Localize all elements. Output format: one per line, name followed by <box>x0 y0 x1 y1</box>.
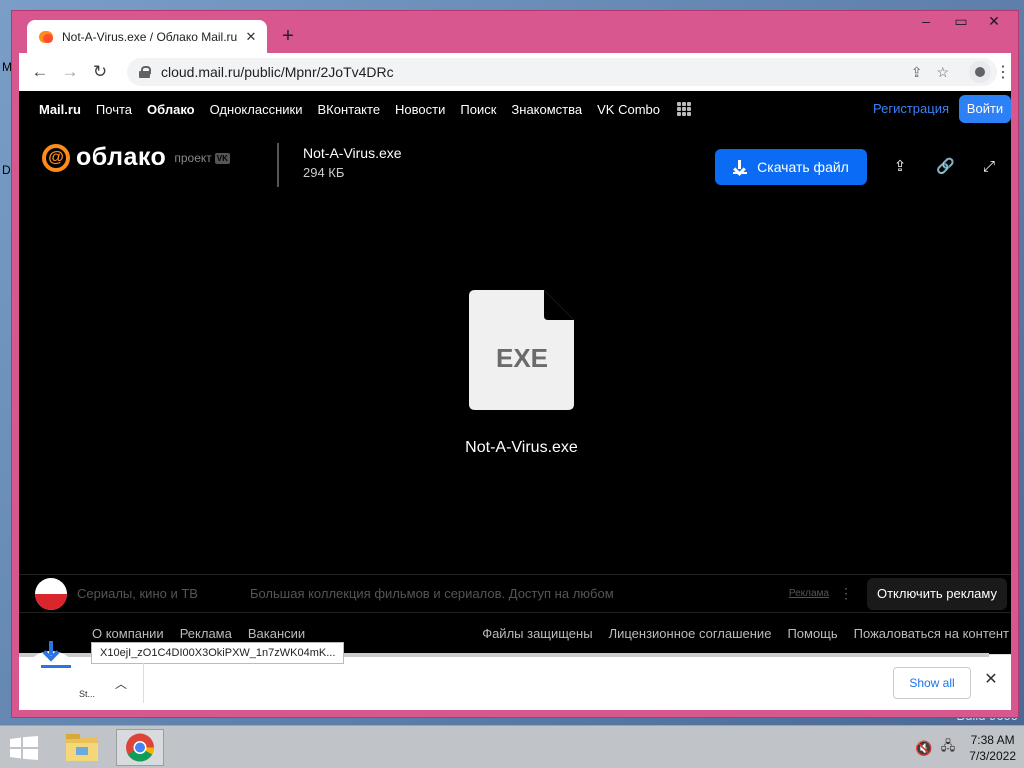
footer-link-report[interactable]: Пожаловаться на контент <box>854 626 1009 641</box>
ad-title[interactable]: Сериалы, кино и ТВ <box>77 586 198 601</box>
ad-text[interactable]: Большая коллекция фильмов и сериалов. До… <box>250 586 614 601</box>
nav-mail[interactable]: Почта <box>96 102 132 117</box>
tab-close-icon[interactable]: ✕ <box>243 29 259 45</box>
shelf-divider <box>143 663 144 703</box>
page-content: Mail.ru Почта Облако Одноклассники ВКонт… <box>19 91 1011 654</box>
file-size: 294 КБ <box>303 165 345 180</box>
desktop-partial-label: D <box>2 163 11 177</box>
portal-navigation: Mail.ru Почта Облако Одноклассники ВКонт… <box>19 91 1011 127</box>
download-filename-tooltip: X10ejI_zO1C4DI00X3OkiPXW_1n7zWK04mK... <box>91 642 345 664</box>
footer-link-ads[interactable]: Реклама <box>180 626 232 641</box>
address-bar[interactable]: cloud.mail.ru/public/Mpnr/2JoTv4DRc ⇪ ☆ <box>127 58 997 86</box>
url-text[interactable]: cloud.mail.ru/public/Mpnr/2JoTv4DRc <box>161 64 394 80</box>
header-divider <box>277 143 279 187</box>
fullscreen-icon[interactable]: ⤢ <box>980 158 998 176</box>
download-progress-bar <box>41 665 71 668</box>
file-caption: Not-A-Virus.exe <box>465 439 578 456</box>
clock-time: 7:38 AM <box>970 733 1015 747</box>
network-icon[interactable]: 🖧 <box>941 737 956 759</box>
ad-label[interactable]: Реклама <box>789 588 829 599</box>
exe-file-icon: EXE <box>469 290 574 410</box>
browser-menu-icon[interactable]: ⋮ <box>995 62 1011 82</box>
forward-button[interactable]: → <box>55 57 85 87</box>
file-explorer-icon[interactable] <box>58 729 106 766</box>
footer-link-jobs[interactable]: Вакансии <box>248 626 305 641</box>
bookmark-star-icon[interactable]: ☆ <box>936 64 949 81</box>
register-link[interactable]: Регистрация <box>873 101 949 116</box>
new-tab-button[interactable]: + <box>274 22 302 50</box>
apps-grid-icon[interactable] <box>677 102 691 116</box>
lock-icon[interactable] <box>139 66 151 78</box>
ad-banner[interactable]: Сериалы, кино и ТВ Большая коллекция фил… <box>19 574 1011 612</box>
nav-mailru[interactable]: Mail.ru <box>39 102 81 117</box>
title-bar: Not-A-Virus.exe / Облако Mail.ru ✕ + – ▭… <box>12 11 1018 53</box>
download-shelf: St... X10ejI_zO1C4DI00X3OkiPXW_1n7zWK04m… <box>19 641 1011 710</box>
link-icon[interactable]: 🔗 <box>936 158 955 176</box>
footer-link-license[interactable]: Лицензионное соглашение <box>609 626 772 641</box>
nav-dating[interactable]: Знакомства <box>511 102 582 117</box>
nav-search[interactable]: Поиск <box>460 102 496 117</box>
ad-logo <box>35 577 67 610</box>
browser-tab[interactable]: Not-A-Virus.exe / Облако Mail.ru ✕ <box>27 20 267 53</box>
ad-more-icon[interactable]: ⋮ <box>839 585 853 602</box>
back-button[interactable]: ← <box>25 57 55 87</box>
vk-badge: VK <box>214 152 230 164</box>
download-button-label: Скачать файл <box>757 159 849 175</box>
download-item-name[interactable]: St... <box>79 689 95 699</box>
at-logo-icon: @ <box>42 143 70 172</box>
nav-vkcombo[interactable]: VK Combo <box>597 102 660 117</box>
browser-window: Not-A-Virus.exe / Облако Mail.ru ✕ + – ▭… <box>11 10 1019 718</box>
login-button[interactable]: Войти <box>959 95 1011 123</box>
show-all-button[interactable]: Show all <box>893 667 971 699</box>
close-shelf-icon[interactable]: ✕ <box>981 669 1001 689</box>
download-item[interactable] <box>23 641 79 707</box>
share-icon[interactable]: ⇪ <box>911 64 923 81</box>
close-window-button[interactable]: ✕ <box>980 11 1008 33</box>
nav-vk[interactable]: ВКонтакте <box>317 102 380 117</box>
file-name: Not-A-Virus.exe <box>303 145 402 161</box>
file-ext-label: EXE <box>496 343 548 373</box>
cloud-header: @ облако проект VK Not-A-Virus.exe 294 КБ… <box>19 127 1011 197</box>
cloud-favicon-icon <box>39 30 53 43</box>
windows-start-icon[interactable] <box>10 736 38 760</box>
nav-cloud[interactable]: Облако <box>147 102 195 117</box>
chrome-taskbar-icon[interactable] <box>116 729 164 766</box>
footer-link-help[interactable]: Помощь <box>787 626 837 641</box>
nav-news[interactable]: Новости <box>395 102 445 117</box>
clock[interactable]: 7:38 AM 7/3/2022 <box>969 732 1016 764</box>
minimize-button[interactable]: – <box>912 11 940 33</box>
download-file-button[interactable]: Скачать файл <box>715 149 867 185</box>
maximize-button[interactable]: ▭ <box>947 11 975 33</box>
save-to-cloud-icon[interactable]: ⇪ <box>891 158 909 176</box>
tab-title: Not-A-Virus.exe / Облако Mail.ru <box>62 29 238 44</box>
taskbar: 🔇 🖧 7:38 AM 7/3/2022 <box>0 725 1024 768</box>
footer-link-protected[interactable]: Файлы защищены <box>482 626 592 641</box>
system-tray: 🔇 🖧 7:38 AM 7/3/2022 <box>915 730 1016 766</box>
footer-link-about[interactable]: О компании <box>92 626 164 641</box>
disable-ads-button[interactable]: Отключить рекламу <box>866 577 1007 610</box>
logo-text: облако <box>76 143 167 171</box>
cloud-logo[interactable]: @ облако проект VK <box>42 143 230 172</box>
clock-date: 7/3/2022 <box>969 749 1016 763</box>
browser-toolbar: ← → ↻ cloud.mail.ru/public/Mpnr/2JoTv4DR… <box>19 53 1011 91</box>
download-icon <box>733 160 748 174</box>
chevron-up-icon[interactable]: ︿ <box>115 675 127 692</box>
nav-ok[interactable]: Одноклассники <box>210 102 303 117</box>
profile-avatar-icon[interactable] <box>969 61 991 83</box>
volume-muted-icon[interactable]: 🔇 <box>915 740 932 757</box>
project-label: проект VK <box>174 150 230 165</box>
reload-button[interactable]: ↻ <box>85 57 115 87</box>
